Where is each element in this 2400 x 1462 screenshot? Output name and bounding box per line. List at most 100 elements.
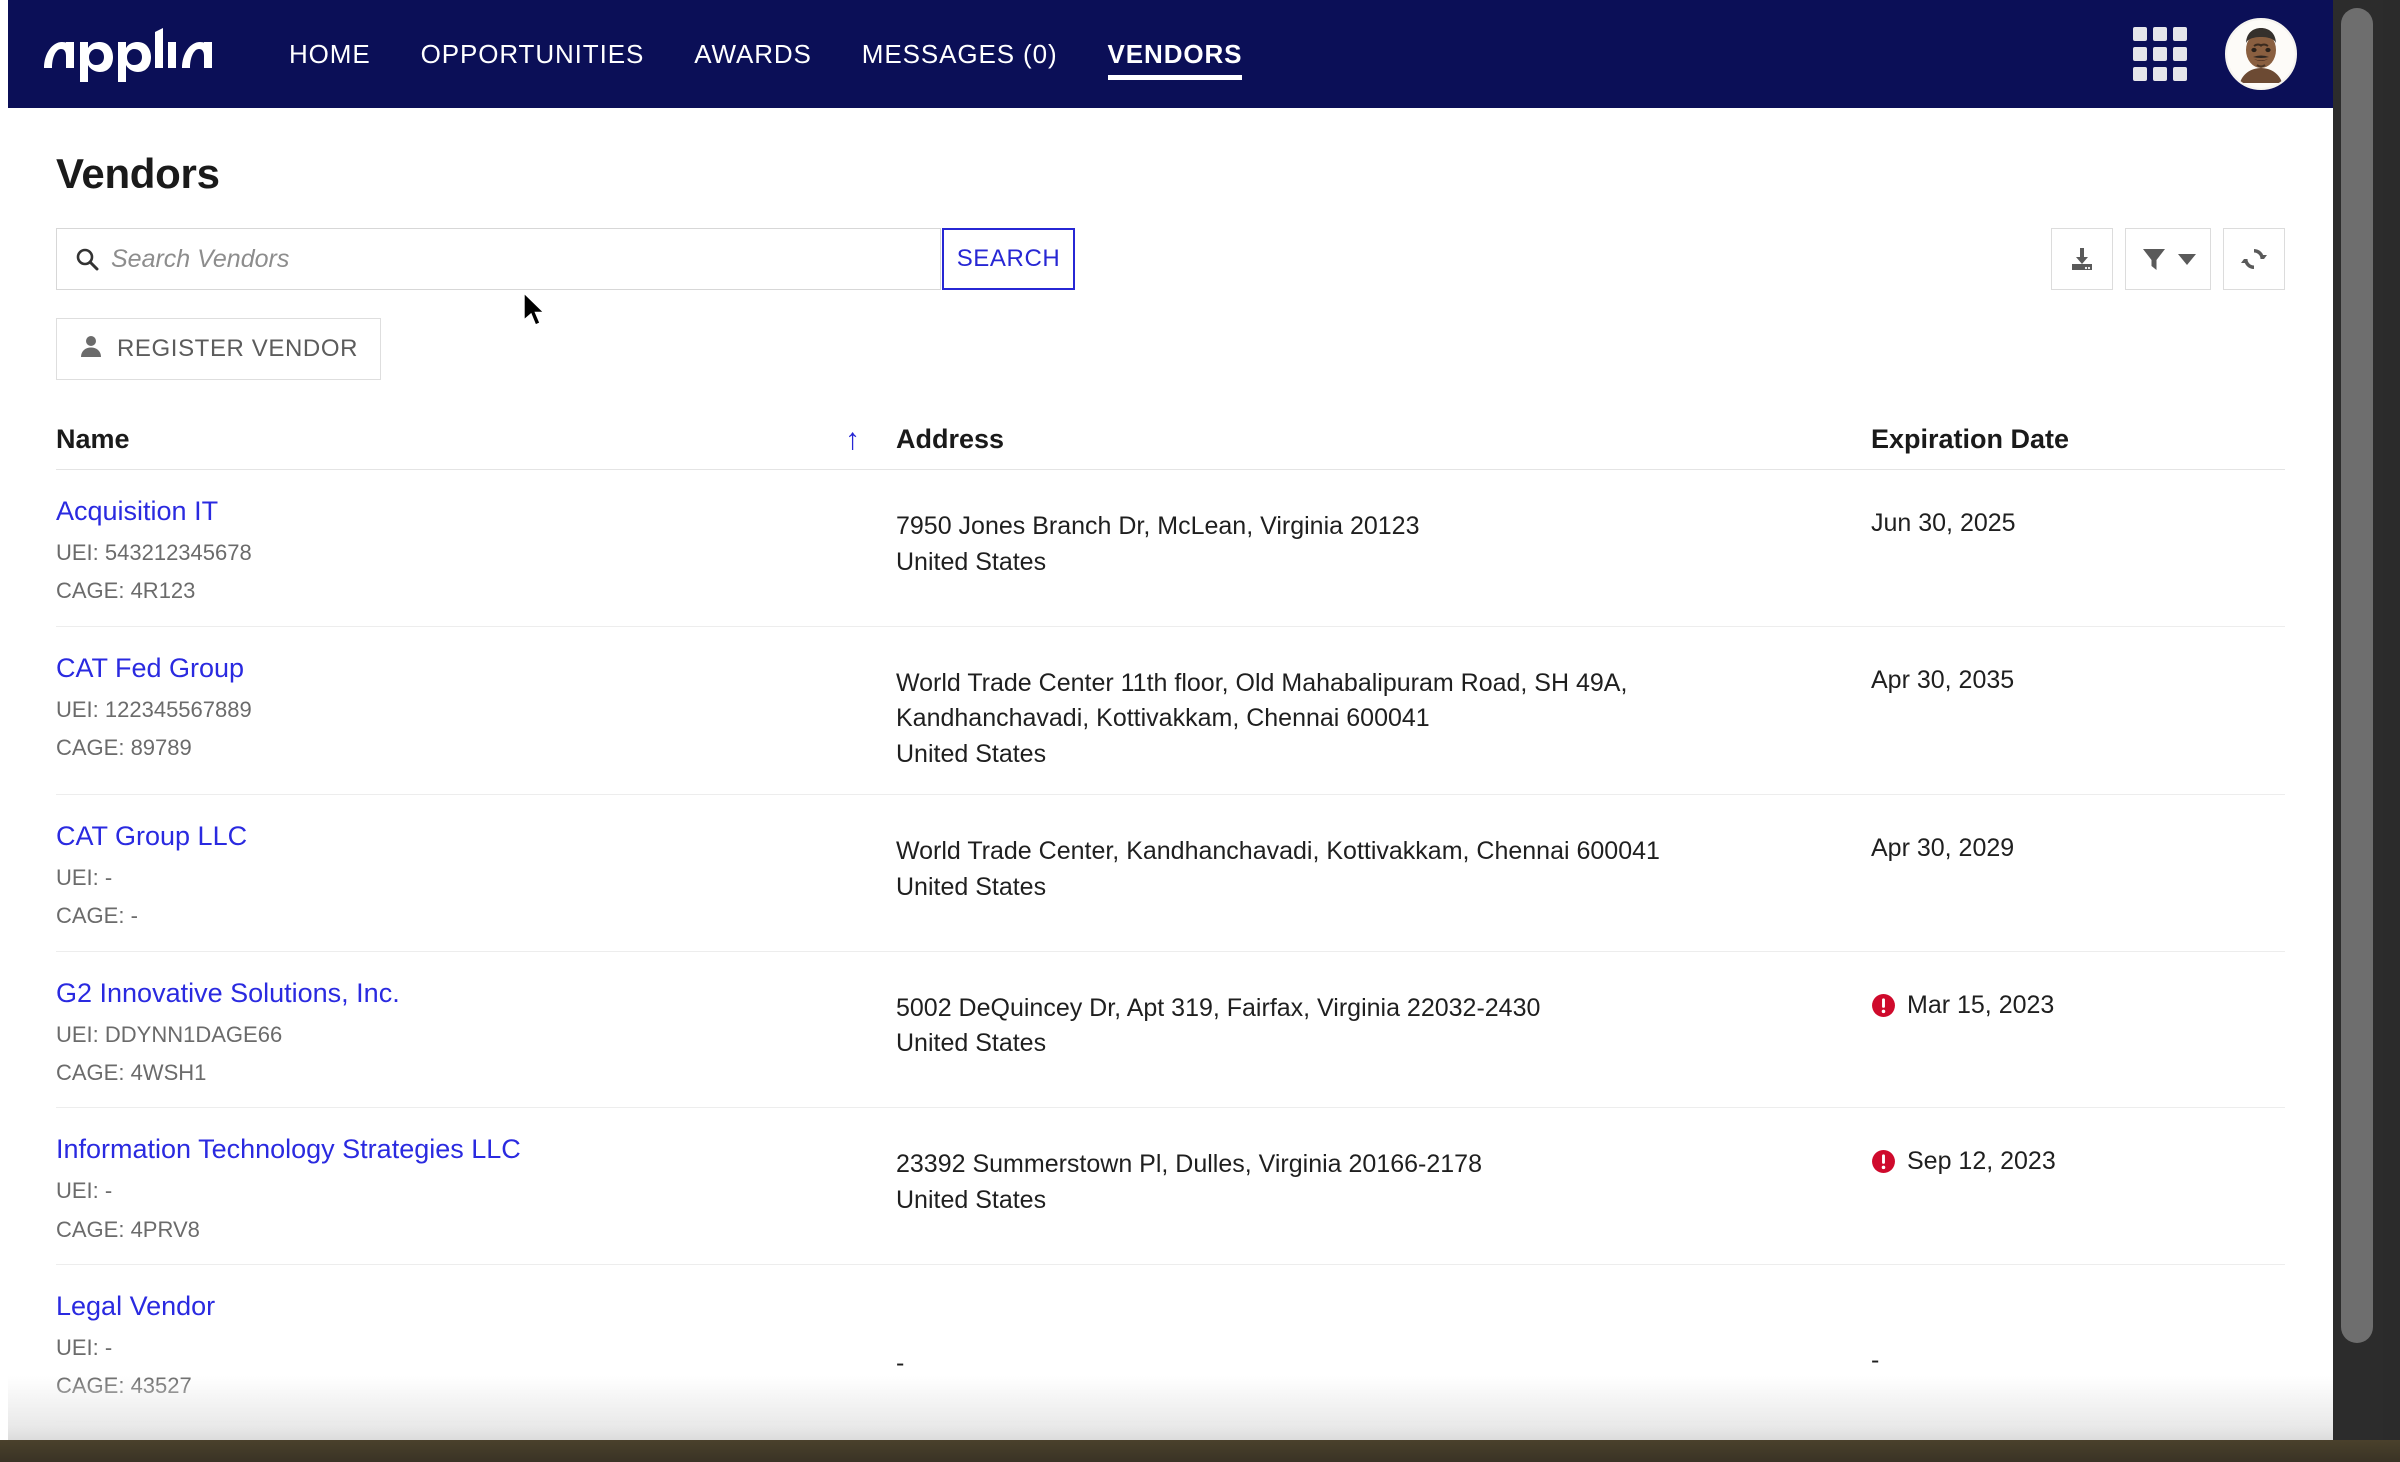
cell-expiration-date: Sep 12, 2023 — [1871, 1134, 2285, 1242]
apps-grid-icon[interactable] — [2133, 27, 2187, 81]
cell-expiration-date: Apr 30, 2029 — [1871, 821, 2285, 929]
table-row: CAT Group LLC UEI: - CAGE: - World Trade Ce… — [56, 795, 2285, 952]
cell-name: Information Technology Strategies LLC UEI… — [56, 1134, 896, 1242]
expiration-date-text: Sep 12, 2023 — [1907, 1147, 2056, 1176]
expiration-date-text: Apr 30, 2035 — [1871, 665, 2015, 694]
nav-item-messages[interactable]: MESSAGES (0) — [837, 0, 1083, 108]
table-header-row: Name ↑ Address Expiration Date — [56, 424, 2285, 470]
cell-name: CAT Fed Group UEI: 122345567889 CAGE: 8978… — [56, 653, 896, 773]
page-body: Vendors SEARCH — [8, 150, 2333, 1440]
address-line: - — [896, 1349, 905, 1378]
vendor-cage: CAGE: 43527 — [56, 1373, 192, 1399]
appian-logo[interactable] — [42, 24, 212, 84]
vendor-uei: UEI: - — [56, 1178, 113, 1204]
page-scrollbar[interactable] — [2333, 0, 2383, 1440]
column-header-address[interactable]: Address — [896, 424, 1004, 454]
cell-address: 5002 DeQuincey Dr, Apt 319, Fairfax, Vir… — [896, 978, 1871, 1086]
vendor-cage: CAGE: 4PRV8 — [56, 1216, 200, 1242]
cell-address: World Trade Center, Kandhanchavadi, Kott… — [896, 821, 1871, 929]
vendor-name-link[interactable]: CAT Fed Group — [56, 653, 896, 684]
vendor-uei: UEI: 122345567889 — [56, 696, 252, 722]
export-button[interactable] — [2051, 228, 2113, 290]
expiration-value-wrap: Apr 30, 2029 — [1871, 821, 2285, 863]
top-navigation-bar: HOME OPPORTUNITIES AWARDS MESSAGES (0) V… — [8, 0, 2333, 108]
sort-ascending-icon[interactable]: ↑ — [845, 424, 860, 455]
vendor-name-link[interactable]: G2 Innovative Solutions, Inc. — [56, 978, 896, 1009]
column-header-name[interactable]: Name — [56, 424, 130, 455]
address-line: 5002 DeQuincey Dr, Apt 319, Fairfax, Vir… — [896, 993, 1541, 1022]
table-row: CAT Fed Group UEI: 122345567889 CAGE: 8978… — [56, 627, 2285, 796]
vendor-cage: CAGE: 4R123 — [56, 578, 196, 604]
vendor-name-link[interactable]: Legal Vendor — [56, 1291, 896, 1322]
vendor-uei: UEI: - — [56, 865, 113, 891]
table-row: Information Technology Strategies LLC UEI… — [56, 1108, 2285, 1266]
filter-button[interactable] — [2125, 228, 2211, 290]
search-button[interactable]: SEARCH — [942, 228, 1075, 290]
address-line: 23392 Summerstown Pl, Dulles, Virginia 2… — [896, 1150, 1482, 1179]
mouse-cursor — [523, 291, 549, 330]
vendor-name-link[interactable]: Acquisition IT — [56, 496, 896, 527]
main-nav-links: HOME OPPORTUNITIES AWARDS MESSAGES (0) V… — [264, 0, 1267, 108]
download-export-icon — [2068, 245, 2096, 273]
address-line: United States — [896, 872, 1047, 901]
vendor-cage: CAGE: - — [56, 903, 138, 929]
vendor-uei: UEI: - — [56, 1335, 113, 1361]
register-vendor-button[interactable]: REGISTER VENDOR — [56, 318, 382, 380]
page-title: Vendors — [56, 150, 220, 197]
address-line: World Trade Center, Kandhanchavadi, Kott… — [896, 837, 1660, 866]
vendor-name-link[interactable]: Information Technology Strategies LLC — [56, 1134, 896, 1165]
search-toolbar-row: SEARCH — [56, 228, 2285, 290]
person-icon — [79, 334, 103, 365]
expiration-date-text: Apr 30, 2029 — [1871, 834, 2015, 863]
browser-window: HOME OPPORTUNITIES AWARDS MESSAGES (0) V… — [0, 0, 2400, 1462]
address-line: United States — [896, 1185, 1047, 1214]
nav-item-awards[interactable]: AWARDS — [669, 0, 837, 108]
table-row: G2 Innovative Solutions, Inc. UEI: DDYNN1… — [56, 952, 2285, 1109]
table-row: Acquisition IT UEI: 543212345678 CAGE: 4R1… — [56, 470, 2285, 627]
column-header-address-wrap: Address — [896, 424, 1871, 455]
table-row: Legal Vendor UEI: - CAGE: 43527 - - — [56, 1265, 2285, 1422]
vendor-cage: CAGE: 89789 — [56, 734, 192, 760]
cell-address: World Trade Center 11th floor, Old Mahab… — [896, 653, 1871, 773]
expiration-value-wrap: Mar 15, 2023 — [1871, 978, 2285, 1020]
expiration-value-wrap: Apr 30, 2035 — [1871, 653, 2285, 695]
chevron-down-icon — [2178, 253, 2196, 265]
vendor-name-link[interactable]: CAT Group LLC — [56, 821, 896, 852]
column-header-expiration-wrap: Expiration Date — [1871, 424, 2285, 455]
search-input[interactable] — [111, 244, 940, 274]
refresh-button[interactable] — [2223, 228, 2285, 290]
vendor-uei: UEI: 543212345678 — [56, 540, 252, 566]
register-vendor-label: REGISTER VENDOR — [117, 335, 359, 362]
nav-item-opportunities[interactable]: OPPORTUNITIES — [396, 0, 670, 108]
cell-expiration-date: Mar 15, 2023 — [1871, 978, 2285, 1086]
nav-right-actions — [2133, 18, 2297, 90]
cell-expiration-date: Apr 30, 2035 — [1871, 653, 2285, 773]
cell-name: Acquisition IT UEI: 543212345678 CAGE: 4R1… — [56, 496, 896, 604]
column-header-expiration-date[interactable]: Expiration Date — [1871, 424, 2069, 454]
cell-name: Legal Vendor UEI: - CAGE: 43527 — [56, 1291, 896, 1399]
window-left-edge — [0, 0, 8, 1440]
nav-item-vendors[interactable]: VENDORS — [1083, 0, 1268, 108]
vendor-uei: UEI: DDYNN1DAGE66 — [56, 1021, 283, 1047]
expiration-date-text: Mar 15, 2023 — [1907, 990, 2055, 1019]
expiration-date-text: Jun 30, 2025 — [1871, 509, 2016, 537]
address-line: United States — [896, 1029, 1047, 1058]
window-right-edge — [2383, 0, 2400, 1440]
vendors-table: Name ↑ Address Expiration Date Acquisiti… — [56, 424, 2285, 1440]
cell-address: - — [896, 1291, 1871, 1399]
window-bottom-edge — [0, 1440, 2400, 1462]
vendor-cage: CAGE: 4WSH1 — [56, 1060, 207, 1086]
cell-expiration-date: - — [1871, 1291, 2285, 1399]
address-line: 7950 Jones Branch Dr, McLean, Virginia 2… — [896, 512, 1420, 540]
table-body: Acquisition IT UEI: 543212345678 CAGE: 4R1… — [56, 470, 2285, 1440]
expiration-value-wrap: Sep 12, 2023 — [1871, 1134, 2285, 1176]
search-box[interactable] — [56, 228, 941, 290]
nav-item-home[interactable]: HOME — [264, 0, 396, 108]
cell-name: CAT Group LLC UEI: - CAGE: - — [56, 821, 896, 929]
address-line: United States — [896, 739, 1047, 768]
address-line: Kandhanchavadi, Kottivakkam, Chennai 600… — [896, 704, 1430, 733]
cell-address: 7950 Jones Branch Dr, McLean, Virginia 2… — [896, 496, 1871, 604]
avatar[interactable] — [2225, 18, 2297, 90]
page-scrollbar-thumb[interactable] — [2341, 8, 2373, 1343]
expiration-date-text: - — [1871, 1346, 1880, 1375]
